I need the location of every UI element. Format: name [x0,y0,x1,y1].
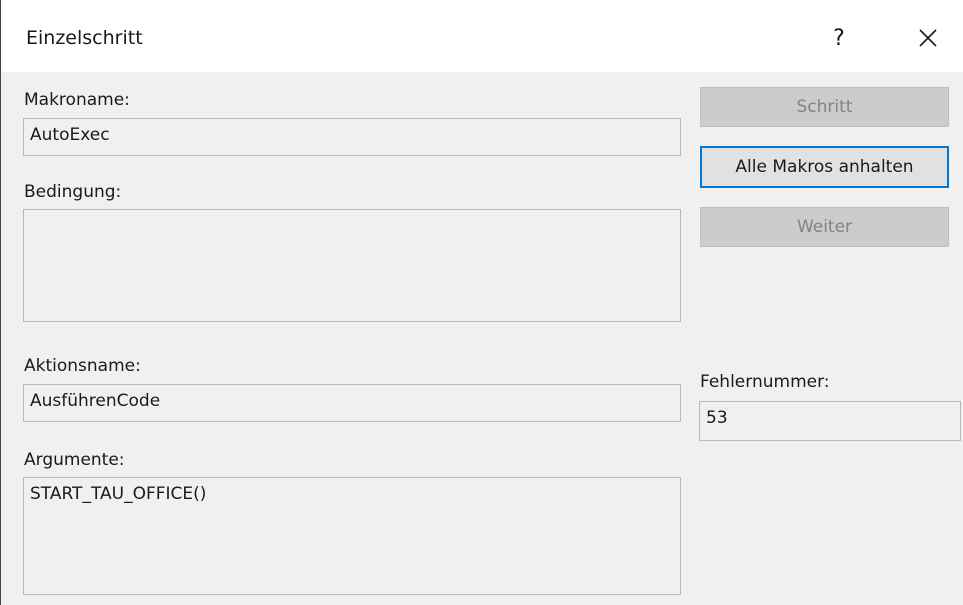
window-title: Einzelschritt [26,27,143,49]
makroname-field[interactable]: AutoExec [23,118,681,156]
bedingung-label: Bedingung: [24,182,122,202]
fehlernummer-field[interactable]: 53 [699,401,961,441]
argumente-field[interactable]: START_TAU_OFFICE() [23,477,681,595]
argumente-label: Argumente: [24,450,125,470]
window-border [0,0,1,605]
fehlernummer-label: Fehlernummer: [700,372,830,392]
close-button[interactable] [906,18,950,58]
aktionsname-label: Aktionsname: [24,356,141,376]
bedingung-field[interactable] [23,209,681,322]
single-step-dialog: Einzelschritt ? Makroname: AutoExec Bedi… [0,0,963,605]
help-icon: ? [833,25,845,51]
help-button[interactable]: ? [819,18,859,58]
schritt-button[interactable]: Schritt [700,87,949,127]
aktionsname-field[interactable]: AusführenCode [23,384,681,422]
close-icon [919,29,937,47]
title-bar: Einzelschritt ? [1,0,963,72]
makroname-label: Makroname: [24,90,130,110]
stop-all-macros-button[interactable]: Alle Makros anhalten [700,146,949,188]
weiter-button[interactable]: Weiter [700,207,949,247]
